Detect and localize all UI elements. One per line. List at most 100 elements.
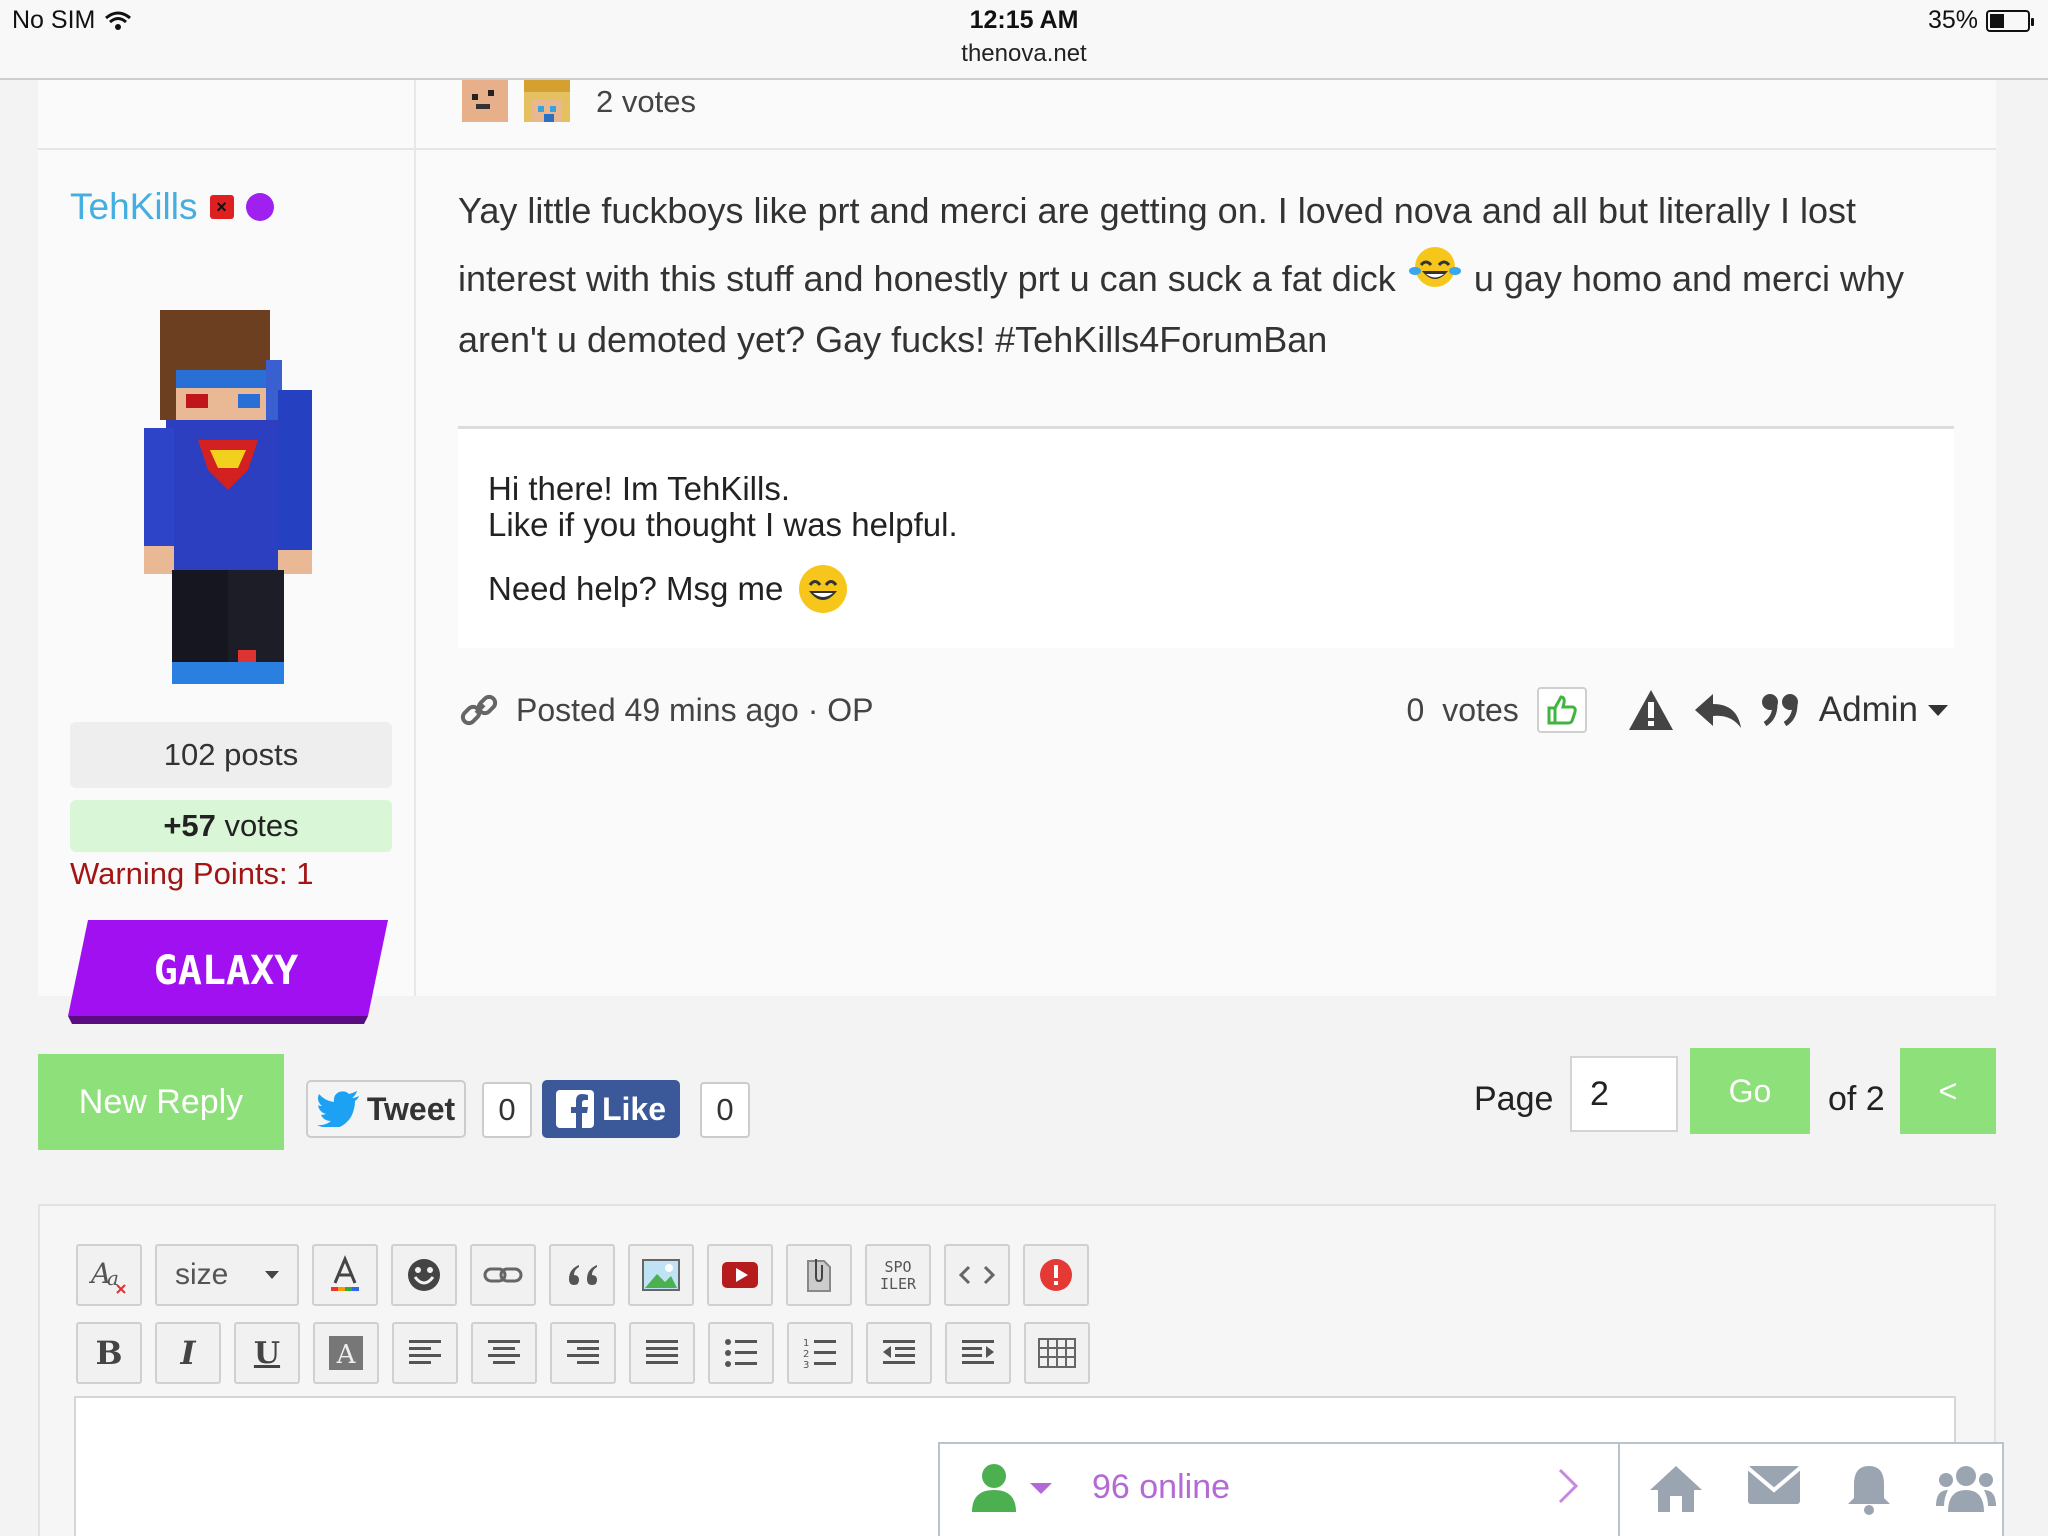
author-warning-points: Warning Points: 1 [70, 856, 314, 891]
tweet-button[interactable]: Tweet [306, 1080, 466, 1138]
highlight-button[interactable]: A [313, 1322, 379, 1384]
online-count[interactable]: 96 online [1092, 1468, 1230, 1507]
admin-dropdown[interactable]: Admin [1819, 690, 1948, 730]
editor-toolbar-row-2: B I U A 123 [76, 1322, 1090, 1384]
rank-badge: GALAXY [68, 920, 388, 1024]
post-signature: Hi there! Im TehKills. Like if you thoug… [458, 426, 1954, 648]
signature-line-2: Like if you thought I was helpful. [488, 506, 958, 543]
align-left-button[interactable] [392, 1322, 458, 1384]
home-icon[interactable] [1648, 1462, 1704, 1514]
emoticon-button[interactable] [391, 1244, 457, 1306]
insert-link-button[interactable] [470, 1244, 536, 1306]
indent-icon [962, 1340, 994, 1364]
alert-button[interactable] [1023, 1244, 1089, 1306]
page-number-input[interactable]: 2 [1570, 1056, 1678, 1132]
bold-icon: B [95, 1334, 123, 1372]
caret-down-icon [1030, 1483, 1052, 1494]
code-icon [958, 1265, 996, 1285]
post-footer: Posted 49 mins ago · OP 0 votes Admin [458, 680, 1988, 740]
group-icon[interactable] [1936, 1462, 1996, 1514]
reply-arrow-icon[interactable] [1693, 690, 1743, 730]
insert-image-button[interactable] [628, 1244, 694, 1306]
author-avatar[interactable] [138, 310, 318, 700]
bell-icon[interactable] [1844, 1462, 1894, 1516]
font-color-icon [331, 1255, 359, 1291]
page-total: of 2 [1828, 1080, 1885, 1118]
author-name-row: TehKills × [70, 186, 274, 228]
underline-button[interactable]: U [234, 1322, 300, 1384]
quote-icon [569, 1265, 597, 1285]
underline-icon: U [253, 1335, 281, 1371]
author-vote-total: +57 votes [70, 800, 392, 852]
like-count: 0 [700, 1082, 750, 1138]
image-icon [642, 1259, 680, 1291]
mail-icon[interactable] [1746, 1462, 1802, 1508]
align-center-button[interactable] [471, 1322, 537, 1384]
online-users-toggle[interactable] [970, 1462, 1052, 1514]
code-button[interactable] [944, 1244, 1010, 1306]
svg-text:ILER: ILER [880, 1275, 917, 1293]
author-post-count: 102 posts [70, 722, 392, 788]
svg-text:1: 1 [803, 1338, 809, 1349]
bold-button[interactable]: B [76, 1322, 142, 1384]
attachment-icon [807, 1259, 831, 1292]
post-actions: 0 votes Admin [1406, 680, 1948, 740]
author-votes-label: votes [224, 808, 299, 843]
editor-toolbar-row-1: Aa size SPO ILER [76, 1244, 1089, 1306]
battery-icon [1986, 9, 2034, 32]
remove-format-button[interactable]: Aa [76, 1244, 142, 1306]
font-size-dropdown[interactable]: size [155, 1244, 299, 1306]
align-left-icon [409, 1340, 441, 1364]
svg-text:SPO: SPO [884, 1258, 911, 1276]
author-votes-value: +57 [163, 808, 216, 843]
font-color-button[interactable] [312, 1244, 378, 1306]
voter-avatar-1[interactable] [462, 80, 508, 122]
go-button[interactable]: Go [1690, 1048, 1810, 1134]
table-icon [1038, 1338, 1076, 1368]
facebook-icon [555, 1090, 594, 1128]
quick-nav-icons [1648, 1462, 1996, 1516]
caret-down-icon [265, 1271, 279, 1279]
user-icon [972, 1464, 1016, 1512]
italic-icon: I [180, 1334, 196, 1372]
outdent-button[interactable] [866, 1322, 932, 1384]
online-users-bar: 96 online [938, 1442, 2004, 1536]
admin-label: Admin [1818, 690, 1918, 729]
indent-button[interactable] [945, 1322, 1011, 1384]
bullet-list-button[interactable] [708, 1322, 774, 1384]
remove-format-icon: Aa [89, 1257, 126, 1294]
attach-file-button[interactable] [786, 1244, 852, 1306]
align-right-button[interactable] [550, 1322, 616, 1384]
url-bar[interactable]: thenova.net [0, 40, 2048, 68]
post-meta: Posted 49 mins ago · OP [458, 680, 874, 740]
voter-avatar-2[interactable] [524, 80, 570, 122]
author-username[interactable]: TehKills [70, 186, 198, 228]
post-votes-label: votes [1442, 691, 1519, 728]
outdent-icon [883, 1340, 915, 1364]
insert-video-button[interactable] [707, 1244, 773, 1306]
post-body: Yay little fuckboys like prt and merci a… [458, 180, 1978, 370]
insert-quote-button[interactable] [549, 1244, 615, 1306]
battery-percent: 35% [1927, 6, 1978, 34]
align-center-icon [488, 1340, 520, 1364]
numbered-list-icon: 123 [803, 1338, 836, 1369]
post-vote-count: 0 [1406, 691, 1425, 728]
spoiler-button[interactable]: SPO ILER [865, 1244, 931, 1306]
svg-text:2: 2 [803, 1349, 809, 1360]
facebook-like-button[interactable]: Like [542, 1080, 680, 1138]
previous-post-sidebar [38, 80, 416, 150]
justify-button[interactable] [629, 1322, 695, 1384]
chevron-right-icon[interactable] [1556, 1466, 1580, 1506]
report-warning-icon[interactable] [1627, 688, 1675, 732]
banned-badge-icon: × [209, 195, 234, 219]
quote-icon[interactable] [1761, 692, 1801, 728]
numbered-list-button[interactable]: 123 [787, 1322, 853, 1384]
permalink-icon[interactable] [458, 689, 500, 731]
new-reply-button[interactable]: New Reply [38, 1054, 284, 1150]
upvote-button[interactable] [1536, 687, 1587, 733]
previous-page-button[interactable]: < [1900, 1048, 1996, 1134]
insert-table-button[interactable] [1024, 1322, 1090, 1384]
signature-line-1: Hi there! Im TehKills. [488, 470, 790, 507]
link-icon [483, 1267, 523, 1283]
italic-button[interactable]: I [155, 1322, 221, 1384]
